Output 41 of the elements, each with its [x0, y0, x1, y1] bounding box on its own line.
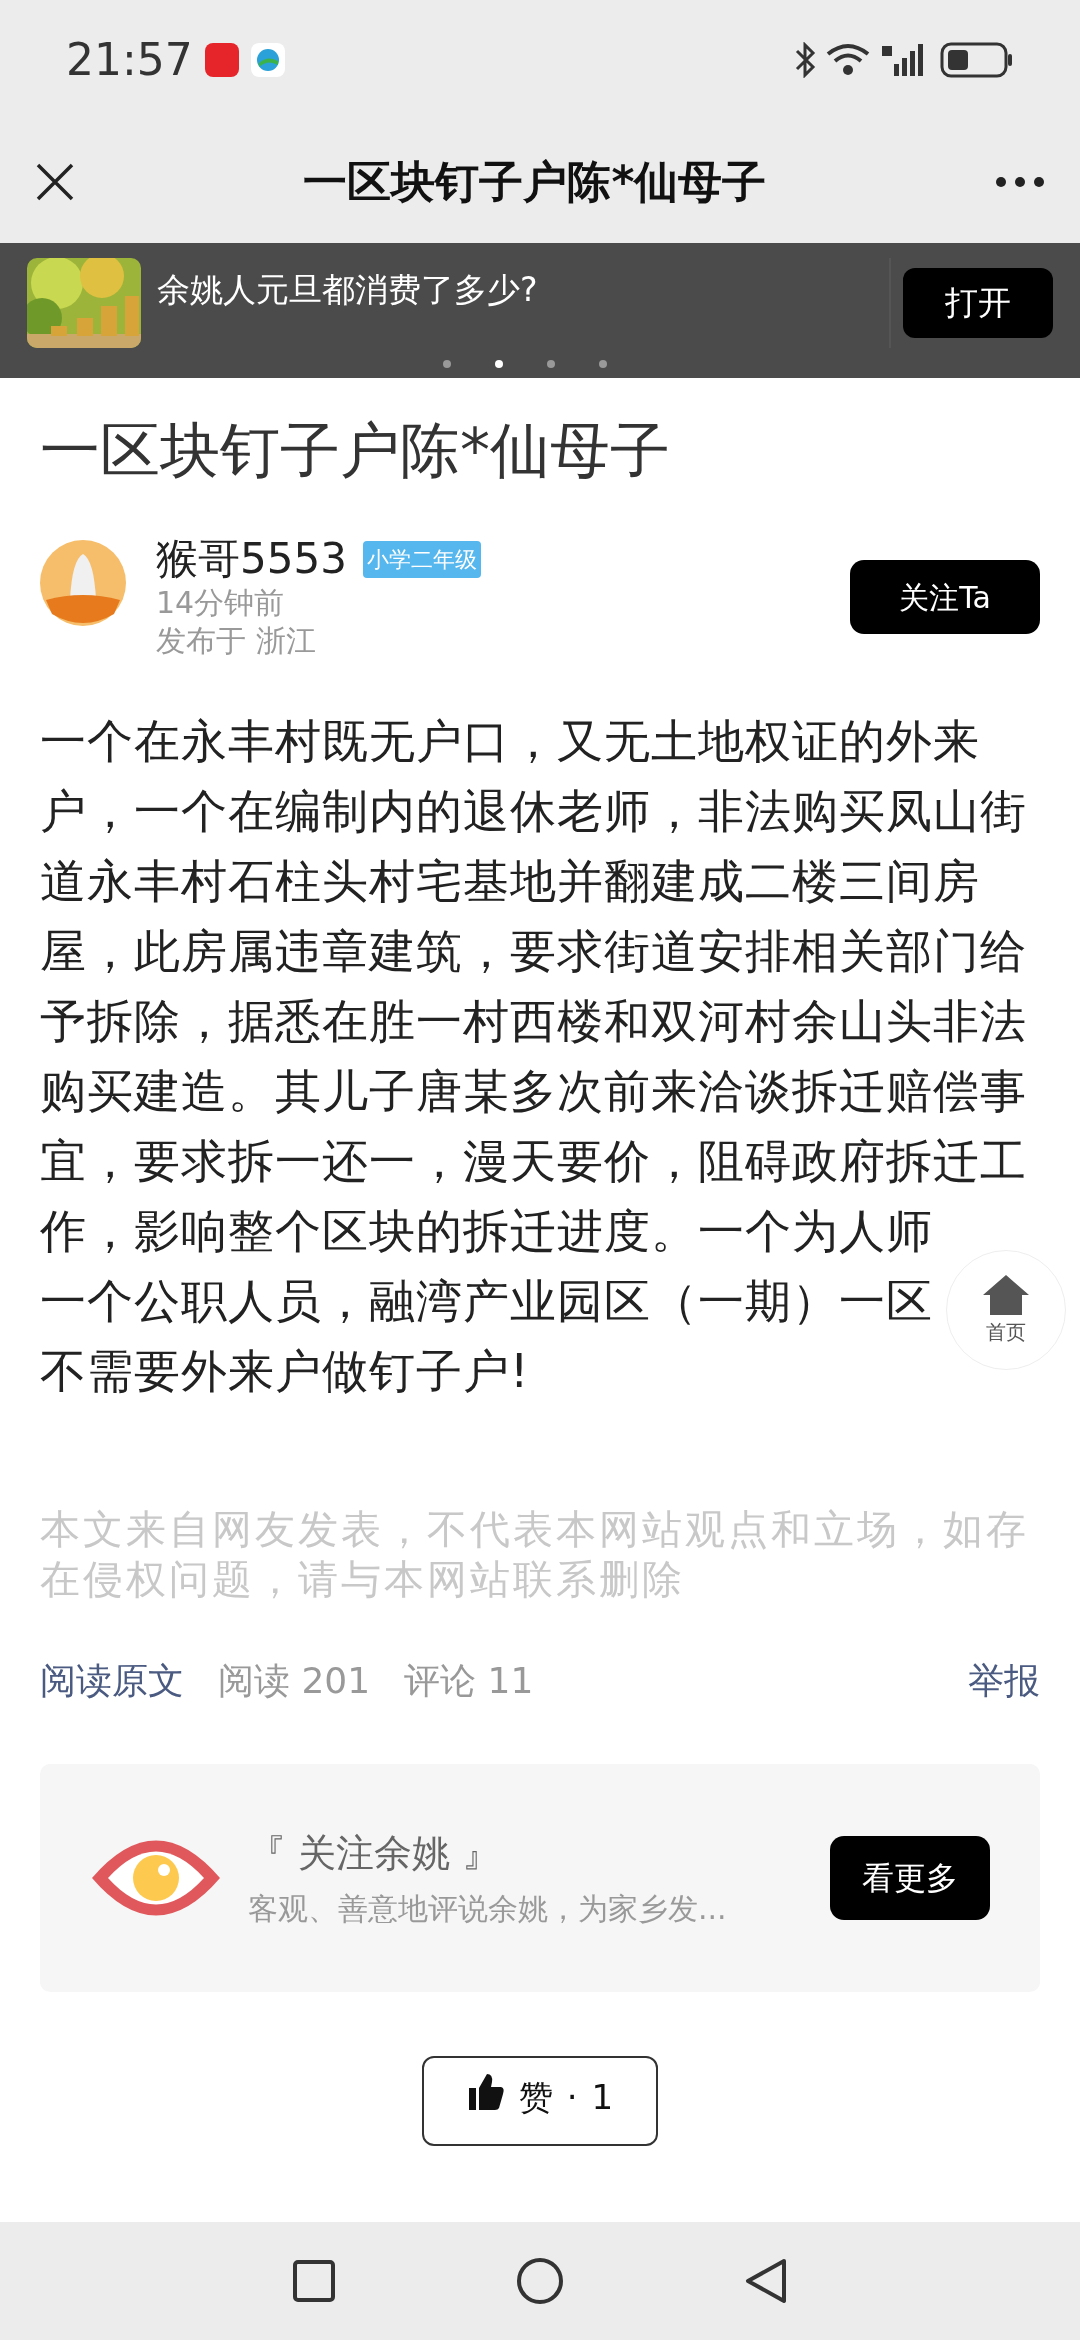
article-title: 一区块钉子户陈*仙母子 — [40, 414, 671, 487]
article-body-line: 予拆除，据悉在胜一村西楼和双河村余山头非法 — [40, 993, 1027, 1050]
open-button[interactable]: 打开 — [903, 268, 1053, 338]
close-icon — [36, 162, 74, 201]
article-body-line: 道永丰村石柱头村宅基地并翻建成二楼三间房 — [40, 853, 980, 910]
read-original-link[interactable]: 阅读原文 — [40, 1654, 184, 1708]
report-link[interactable]: 举报 — [968, 1654, 1040, 1708]
article-body-line: 一个公职人员，融湾产业园区（一期）一区 — [40, 1273, 933, 1330]
article-body-line: 不需要外来户做钉子户! — [40, 1343, 530, 1400]
article-body-line: 户，一个在编制内的退休老师，非法购买凤山街 — [40, 783, 1027, 840]
post-time: 14分钟前 — [156, 584, 286, 622]
wifi-icon — [824, 42, 872, 78]
see-more-button[interactable]: 看更多 — [830, 1836, 990, 1920]
back-icon[interactable] — [744, 2257, 788, 2305]
promo-subtitle: 客观、善意地评说余姚，为家乡发... — [248, 1890, 728, 1928]
more-icon — [995, 175, 1045, 188]
bluetooth-icon — [794, 42, 816, 78]
page-title: 一区块钉子户陈*仙母子 — [303, 154, 767, 209]
promo-title: 『 关注余姚 』 — [248, 1830, 502, 1877]
like-button[interactable]: 赞 · 1 — [422, 2056, 658, 2146]
article-body-line: 屋，此房属违章建筑，要求街道安排相关部门给 — [40, 923, 1027, 980]
home-float-button[interactable]: 首页 — [946, 1250, 1066, 1370]
app-notification-icon — [204, 43, 239, 77]
author-name[interactable]: 猴哥5553 — [156, 534, 347, 584]
home-icon[interactable] — [516, 2257, 564, 2305]
post-location: 发布于 浙江 — [156, 622, 317, 660]
follow-button[interactable]: 关注Ta — [850, 560, 1040, 634]
read-count: 阅读 201 — [218, 1659, 371, 1703]
recents-icon[interactable] — [292, 2259, 336, 2303]
article-body-line: 作，影响整个区块的拆迁进度。一个为人师 — [40, 1203, 933, 1260]
level-badge: 小学二年级 — [362, 540, 481, 578]
battery-icon — [940, 42, 1014, 78]
article-body-line: 购买建造。其儿子唐某多次前来洽谈拆迁赔偿事 — [40, 1063, 1027, 1120]
thumbs-up-icon — [466, 2072, 505, 2110]
article-body-line: 宜，要求拆一还一，漫天要价，阻碍政府拆迁工 — [40, 1133, 1027, 1190]
app-notification-icon — [250, 43, 285, 77]
article-body-line: 一个在永丰村既无户口，又无土地权证的外来 — [40, 713, 980, 770]
banner-text: 余姚人元旦都消费了多少? — [157, 269, 539, 311]
comment-count: 评论 11 — [404, 1659, 534, 1703]
house-icon — [981, 1273, 1031, 1315]
status-time: 21:57 — [66, 33, 193, 87]
